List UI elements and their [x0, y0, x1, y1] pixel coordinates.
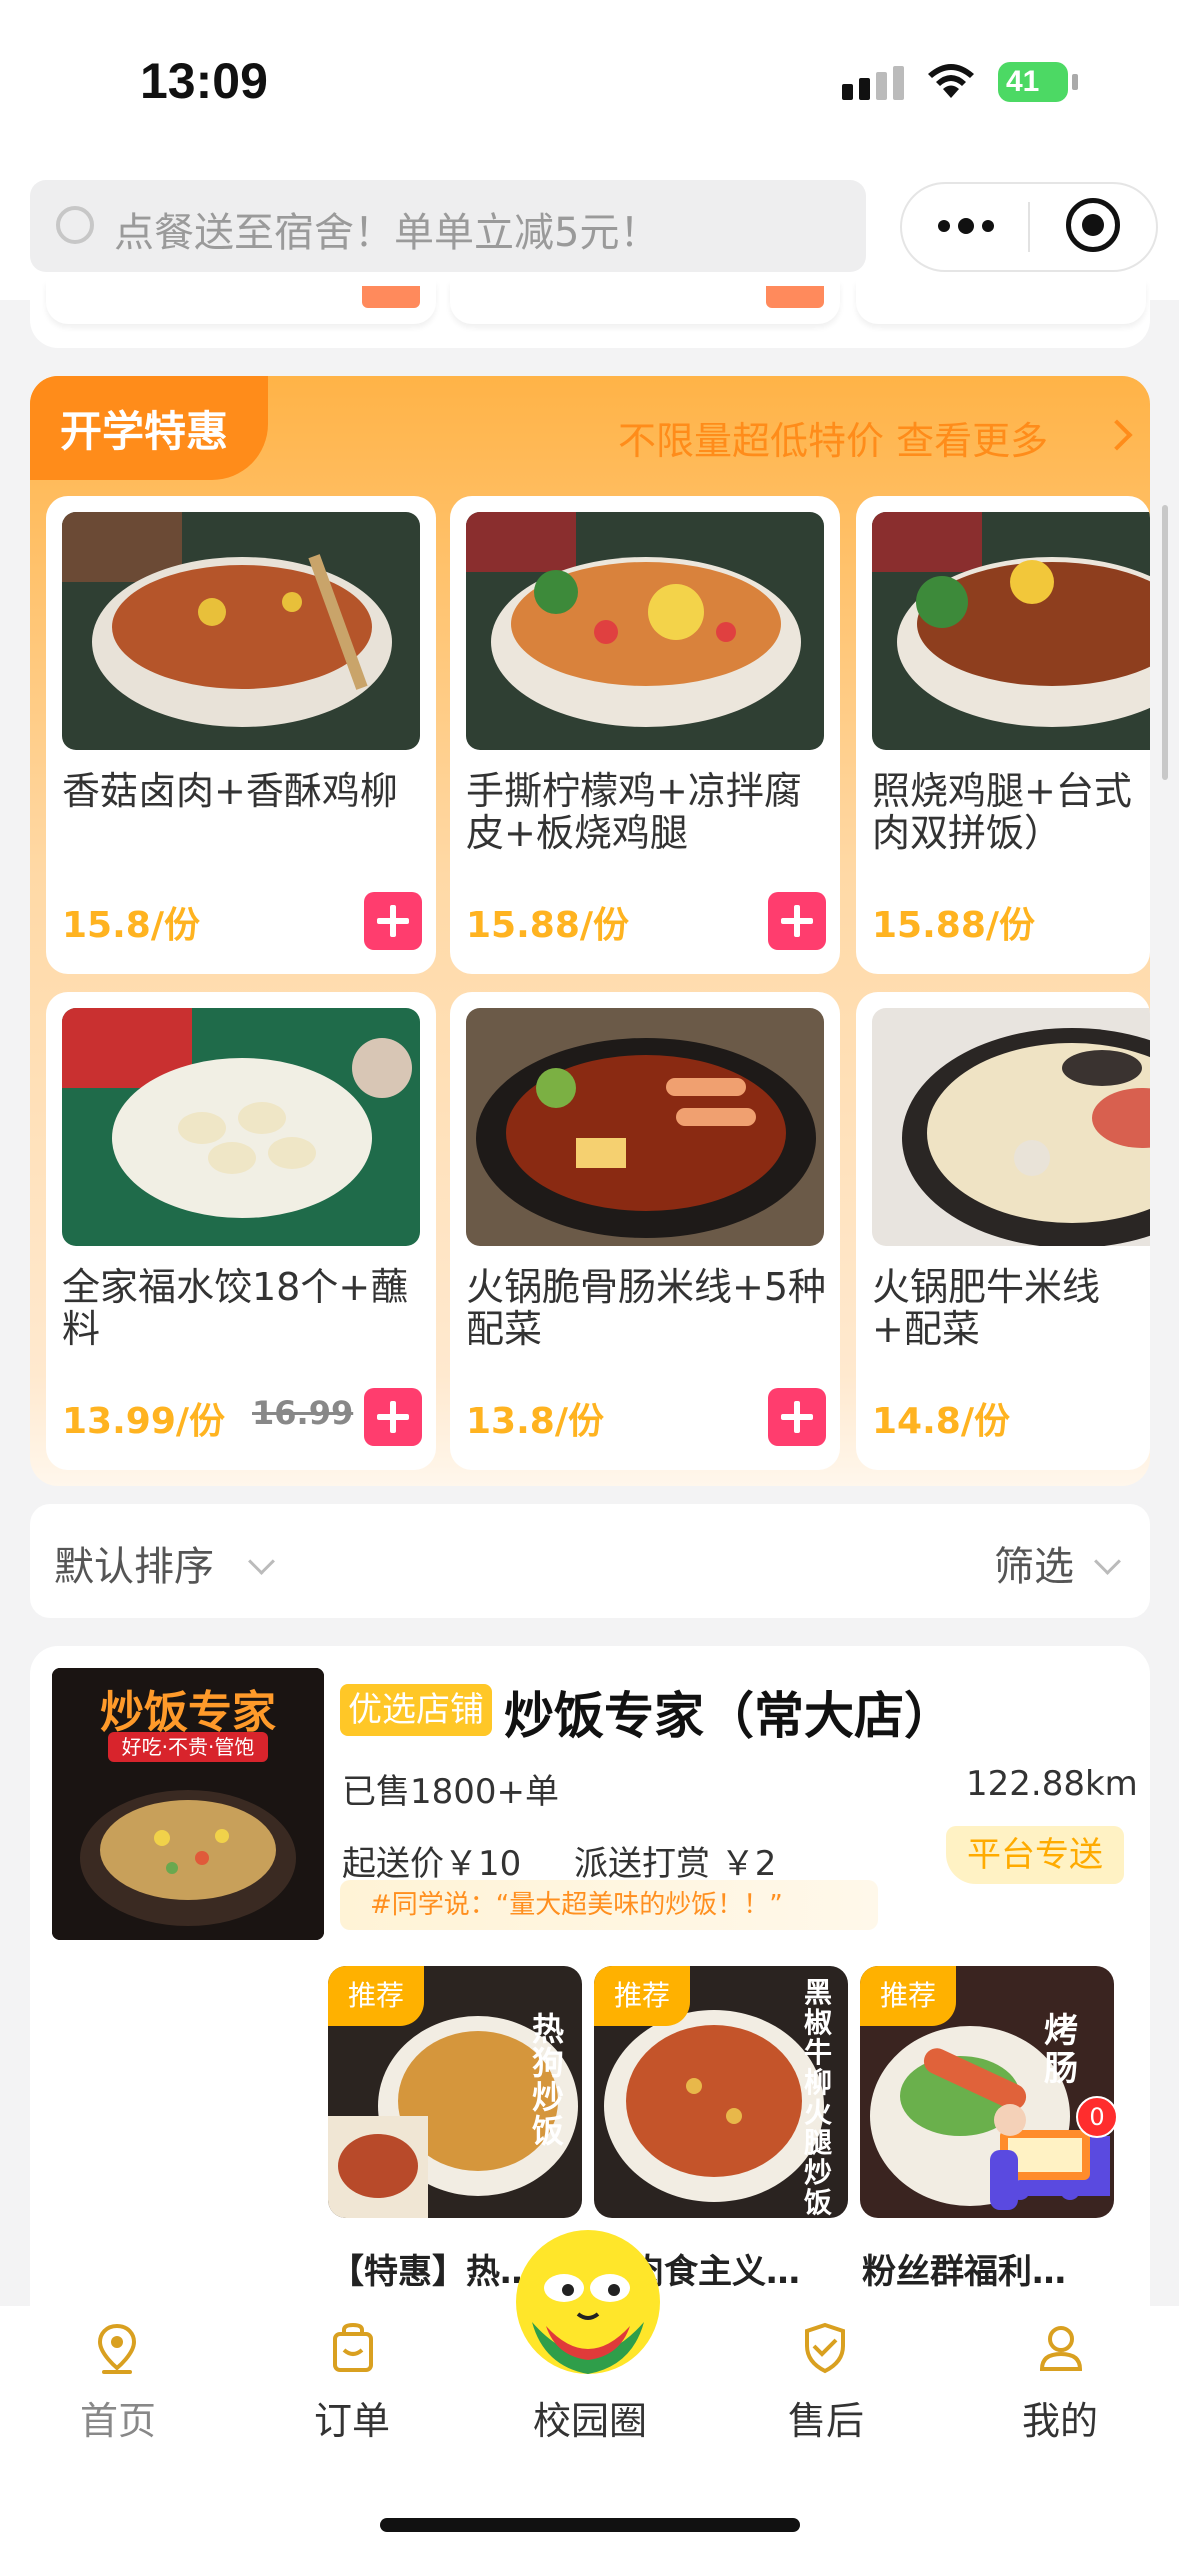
food-image: [872, 512, 1150, 750]
student-review-quote: #同学说：“量大超美味的炒饭！！”: [340, 1880, 878, 1930]
shop-name[interactable]: 炒饭专家（常大店）: [504, 1676, 954, 1748]
promo-item-price: 15.88/份: [872, 905, 1036, 946]
cellular-signal-icon: [842, 66, 904, 100]
promo-item-name: 火锅肥牛米线+配菜: [872, 1265, 1101, 1351]
promo-title: 开学特惠: [60, 407, 229, 456]
food-image: [466, 512, 824, 750]
shop-premium-badge: 优选店铺: [340, 1684, 492, 1736]
mascot-icon[interactable]: [512, 2226, 664, 2378]
shield-check-icon: [805, 2322, 845, 2374]
promo-item-price: 15.88/份: [466, 905, 630, 946]
target-dot: [1082, 214, 1104, 236]
filter-dropdown[interactable]: 筛选: [994, 1534, 1074, 1592]
promo-item-card[interactable]: 香菇卤肉+香酥鸡柳 15.8/份: [46, 496, 436, 974]
recommended-dish-card[interactable]: 推荐 热狗炒饭: [328, 1966, 582, 2218]
add-to-cart-button[interactable]: [364, 1388, 422, 1446]
capsule-divider: [1028, 202, 1030, 252]
add-to-cart-button[interactable]: [768, 1388, 826, 1446]
horizontal-scroll-indicator[interactable]: [1162, 505, 1168, 780]
user-icon: [1039, 2326, 1083, 2371]
promo-item-card[interactable]: 火锅脆骨肠米线+5种配菜 13.8/份: [450, 992, 840, 1470]
recommend-tag: 推荐: [328, 1966, 424, 2026]
tab-campus-label[interactable]: 校园圈: [490, 2390, 690, 2445]
battery-indicator: 41: [998, 62, 1068, 102]
promo-item-name: 香菇卤肉+香酥鸡柳: [62, 769, 398, 813]
recommend-tag: 推荐: [594, 1966, 690, 2026]
search-placeholder: 点餐送至宿舍！单单立减5元！: [114, 210, 660, 256]
promo-item-card[interactable]: 全家福水饺18个+蘸料 13.99/份 16.99: [46, 992, 436, 1470]
promo-item-name: 火锅脆骨肠米线+5种配菜: [466, 1265, 827, 1351]
promo-item-name: 手撕柠檬鸡+凉拌腐皮+板烧鸡腿: [466, 769, 802, 855]
dish-overlay-text: 烤肠: [1044, 2011, 1078, 2089]
promo-item-name: 照烧鸡腿+台式肉双拼饭）: [872, 769, 1132, 855]
tab-orders-label: 订单: [313, 2399, 390, 2443]
previous-card: [856, 280, 1146, 324]
tab-after-sales-label: 售后: [787, 2399, 864, 2443]
home-indicator: [380, 2518, 800, 2532]
shop-delivery-tip: 派送打赏 ￥2: [574, 1844, 777, 1884]
shop-logo[interactable]: 炒饭专家 好吃·不贵·管饱: [52, 1668, 324, 1940]
dish-overlay-text: 黑椒牛柳火腿炒饭: [804, 1976, 833, 2218]
delivery-type-tag: 平台专送: [946, 1826, 1124, 1884]
dish-name: 【特惠】热…: [330, 2252, 534, 2292]
promo-item-card[interactable]: 火锅肥牛米线+配菜 14.8/份: [856, 992, 1150, 1470]
shop-distance: 122.88km: [966, 1764, 1138, 1804]
wifi-icon: [928, 64, 974, 98]
search-icon: [56, 206, 94, 244]
food-image: [466, 1008, 824, 1246]
order-bag-icon: [333, 2322, 373, 2372]
food-image: [62, 1008, 420, 1246]
shop-sold-count: 已售1800+单: [342, 1772, 560, 1812]
promo-item-price: 15.8/份: [62, 905, 200, 946]
recommended-dish-card[interactable]: 推荐 黑椒牛柳火腿炒饭: [594, 1966, 848, 2218]
cart-count-badge: 0: [1076, 2096, 1118, 2138]
sort-dropdown[interactable]: 默认排序: [54, 1534, 214, 1592]
promo-item-price: 14.8/份: [872, 1401, 1010, 1442]
recommend-tag: 推荐: [860, 1966, 956, 2026]
status-time: 13:09: [140, 53, 268, 109]
dish-name: 粉丝群福利…: [862, 2252, 1066, 2292]
promo-item-card[interactable]: 照烧鸡腿+台式肉双拼饭） 15.88/份: [856, 496, 1150, 974]
add-to-cart-button[interactable]: [364, 892, 422, 950]
tab-home-label: 首页: [79, 2399, 156, 2443]
shop-logo-title: 炒饭专家: [100, 1687, 276, 1738]
promo-item-price: 13.8/份: [466, 1401, 604, 1442]
shop-min-order: 起送价￥10: [342, 1844, 522, 1884]
previous-add-button[interactable]: [766, 286, 824, 308]
promo-item-card[interactable]: 手撕柠檬鸡+凉拌腐皮+板烧鸡腿 15.88/份: [450, 496, 840, 974]
more-options-icon[interactable]: [936, 214, 996, 238]
shop-logo-subtitle: 好吃·不贵·管饱: [108, 1732, 268, 1762]
promo-more-link[interactable]: 不限量超低特价 查看更多: [618, 410, 1048, 465]
previous-add-button[interactable]: [362, 286, 420, 308]
food-image: [62, 512, 420, 750]
tab-profile-label: 我的: [1021, 2399, 1098, 2443]
promo-item-price: 13.99/份: [62, 1401, 226, 1442]
dish-overlay-text: 热狗炒饭: [532, 2010, 565, 2150]
promo-item-original-price: 16.99: [252, 1394, 354, 1432]
add-to-cart-button[interactable]: [768, 892, 826, 950]
battery-tip: [1072, 74, 1078, 90]
promo-item-name: 全家福水饺18个+蘸料: [62, 1265, 409, 1351]
food-image: [872, 1008, 1150, 1246]
location-pin-icon: [97, 2323, 137, 2374]
